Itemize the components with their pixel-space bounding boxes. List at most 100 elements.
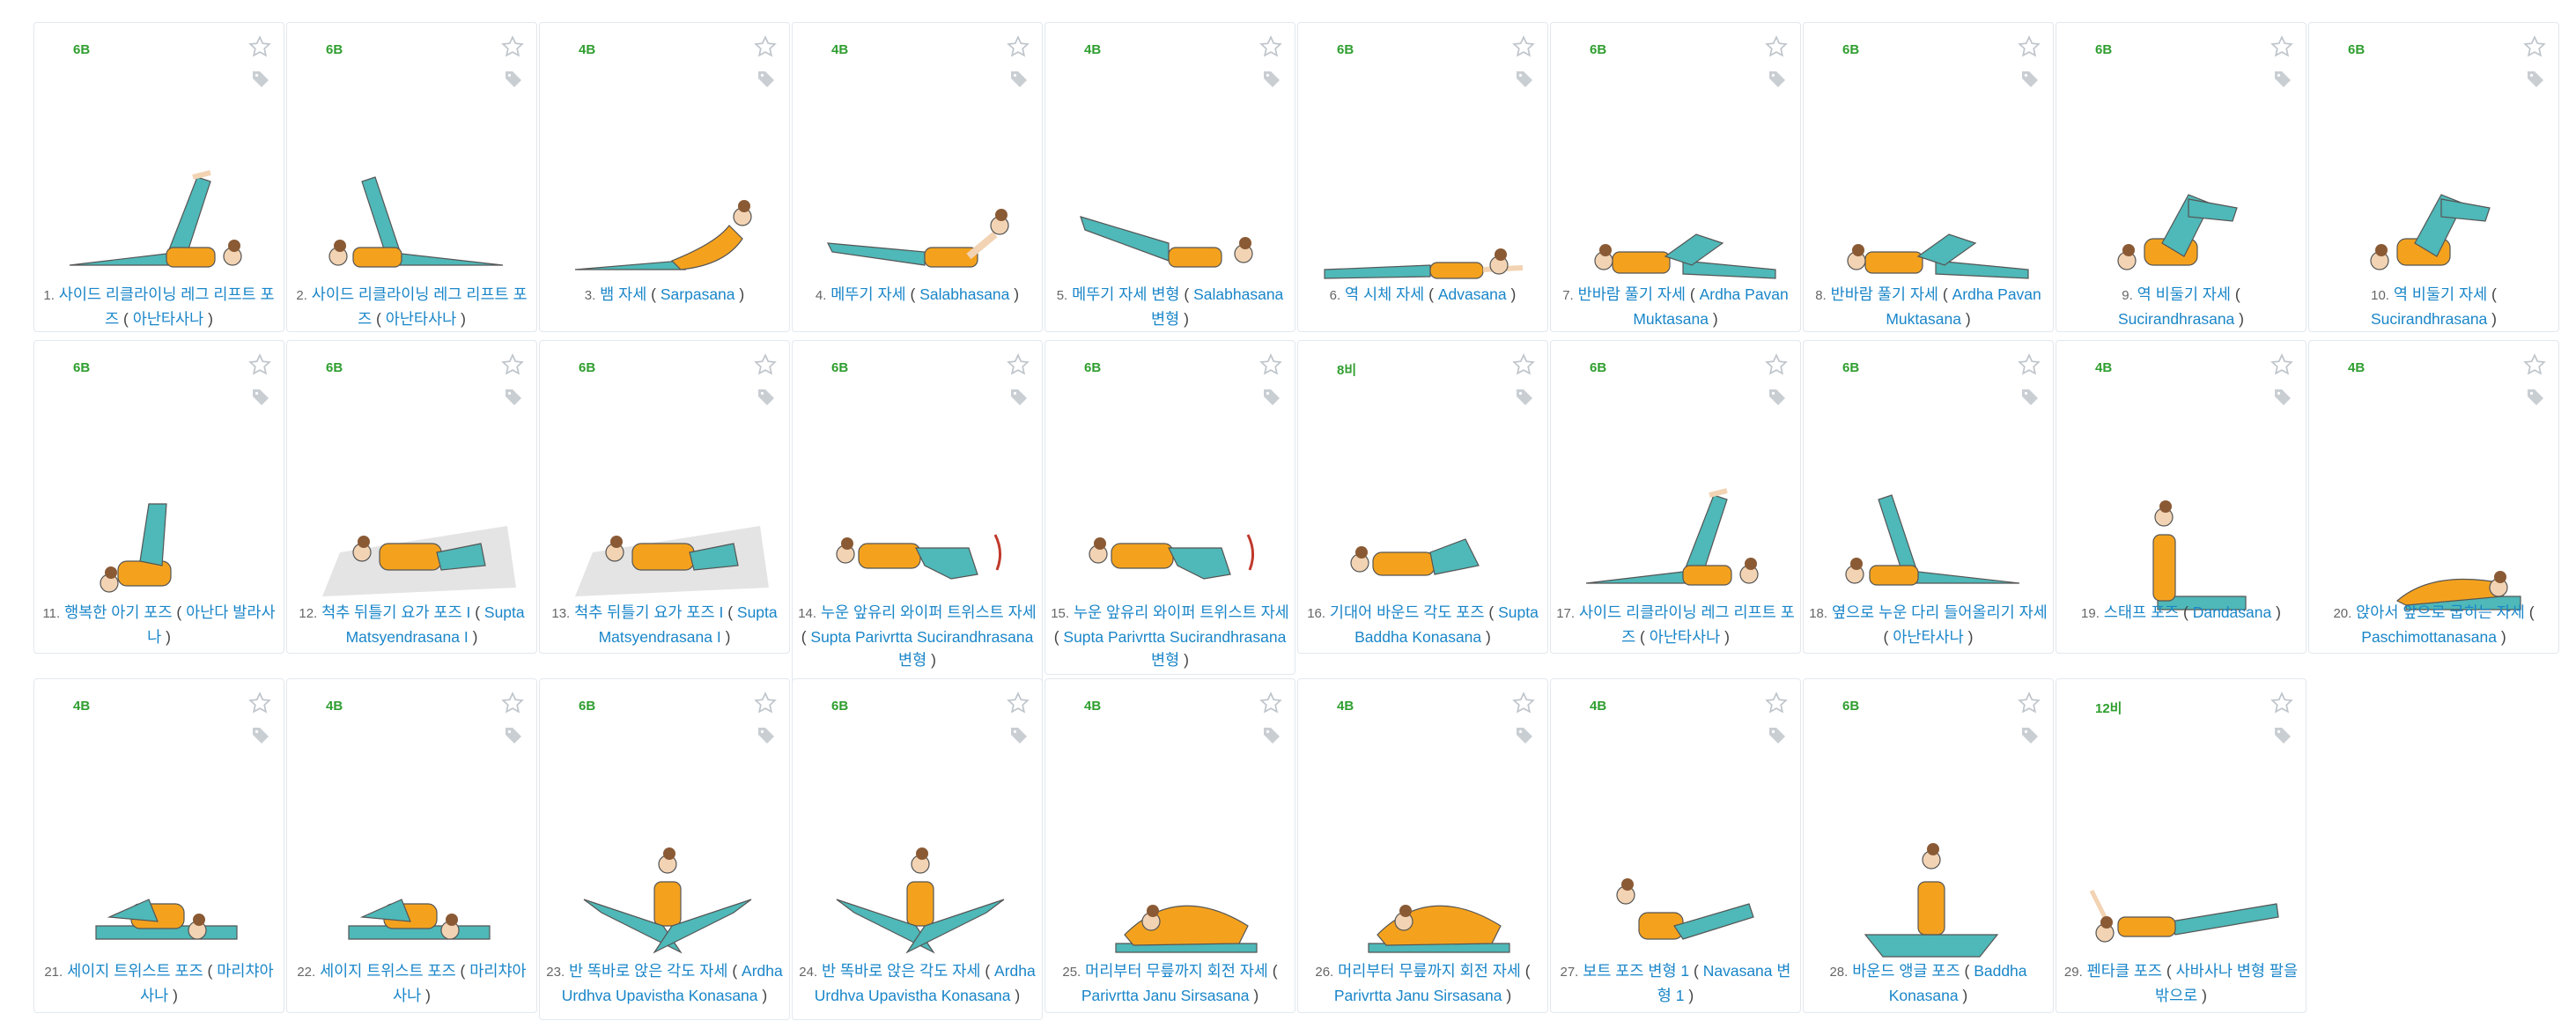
- tag-label-icon[interactable]: [250, 725, 271, 746]
- pose-illustration[interactable]: [1804, 93, 2053, 296]
- pose-name-link[interactable]: 머리부터 무릎까지 회전 자세: [1085, 962, 1268, 980]
- favorite-star-icon[interactable]: [1259, 35, 1282, 58]
- pose-card[interactable]: 4B 25. 머리부터 무릎까지 회전 자세 ( Parivrtta Janu …: [1044, 678, 1295, 1013]
- pose-illustration[interactable]: [540, 411, 789, 614]
- pose-name-link[interactable]: 역 시체 자세: [1345, 285, 1424, 303]
- pose-card[interactable]: 6B 2. 사이드 리클라이닝 레그 리프트 포즈 ( 아난타사나 ): [286, 22, 537, 332]
- pose-name-link[interactable]: 누운 앞유리 와이퍼 트위스트 자세: [1074, 603, 1289, 621]
- tag-label-icon[interactable]: [756, 69, 777, 90]
- pose-name-link[interactable]: 메뚜기 자세: [830, 285, 905, 303]
- pose-illustration[interactable]: [34, 750, 284, 952]
- tag-label-icon[interactable]: [1261, 725, 1282, 746]
- pose-caption[interactable]: 7. 반바람 풀기 자세 ( Ardha Pavan Muktasana ): [1556, 283, 1795, 330]
- tag-label-icon[interactable]: [1008, 69, 1030, 90]
- pose-caption[interactable]: 17. 사이드 리클라이닝 레그 리프트 포즈 ( 아난타사나 ): [1556, 601, 1795, 648]
- tag-label-icon[interactable]: [250, 69, 271, 90]
- tag-label-icon[interactable]: [2019, 725, 2041, 746]
- favorite-star-icon[interactable]: [501, 35, 524, 58]
- pose-name-link[interactable]: 메뚜기 자세 변형: [1072, 285, 1179, 303]
- favorite-star-icon[interactable]: [248, 35, 271, 58]
- pose-card[interactable]: 4B 21. 세이지 트위스트 포즈 ( 마리챠아사나 ): [33, 678, 284, 1013]
- pose-card[interactable]: 6B 12. 척추 뒤틀기 요가 포즈 I ( Supta Matsyendra…: [286, 340, 537, 654]
- pose-caption[interactable]: 13. 척추 뒤틀기 요가 포즈 I ( Supta Matsyendrasan…: [545, 601, 784, 648]
- pose-sanskrit-link[interactable]: Dandasana: [2193, 603, 2272, 621]
- pose-illustration[interactable]: [793, 93, 1042, 296]
- favorite-star-icon[interactable]: [1007, 692, 1030, 714]
- pose-name-link[interactable]: 척추 뒤틀기 요가 포즈 I: [321, 603, 470, 621]
- pose-illustration[interactable]: [1551, 750, 1800, 952]
- pose-caption[interactable]: 21. 세이지 트위스트 포즈 ( 마리챠아사나 ): [40, 959, 278, 1007]
- pose-illustration[interactable]: [1551, 411, 1800, 614]
- favorite-star-icon[interactable]: [2018, 692, 2041, 714]
- favorite-star-icon[interactable]: [754, 692, 777, 714]
- pose-caption[interactable]: 4. 메뚜기 자세 ( Salabhasana ): [798, 283, 1037, 307]
- tag-label-icon[interactable]: [503, 725, 524, 746]
- tag-label-icon[interactable]: [756, 387, 777, 408]
- pose-illustration[interactable]: [1804, 411, 2053, 614]
- pose-sanskrit-link[interactable]: 아난타사나: [1650, 628, 1721, 646]
- pose-illustration[interactable]: [2056, 750, 2306, 952]
- pose-card[interactable]: 6B 24. 반 똑바로 앉은 각도 자세 ( Ardha Urdhva Upa…: [792, 678, 1043, 1020]
- pose-illustration[interactable]: [793, 750, 1042, 954]
- pose-caption[interactable]: 22. 세이지 트위스트 포즈 ( 마리챠아사나 ): [292, 959, 531, 1007]
- pose-card[interactable]: 6B 15. 누운 앞유리 와이퍼 트위스트 자세 ( Supta Parivr…: [1044, 340, 1295, 675]
- pose-illustration[interactable]: [1298, 750, 1547, 953]
- favorite-star-icon[interactable]: [501, 353, 524, 376]
- pose-caption[interactable]: 20. 앉아서 앞으로 굽히는 자세 ( Paschimottanasana ): [2314, 601, 2553, 648]
- pose-sanskrit-link[interactable]: 아난타사나: [1893, 628, 1964, 646]
- pose-illustration[interactable]: [287, 93, 536, 296]
- pose-card[interactable]: 4B 4. 메뚜기 자세 ( Salabhasana ): [792, 22, 1043, 332]
- favorite-star-icon[interactable]: [1765, 692, 1788, 714]
- pose-card[interactable]: 6B 6. 역 시체 자세 ( Advasana ): [1297, 22, 1548, 332]
- favorite-star-icon[interactable]: [1765, 35, 1788, 58]
- pose-caption[interactable]: 11. 행복한 아기 포즈 ( 아난다 발라사나 ): [40, 601, 278, 648]
- tag-label-icon[interactable]: [1514, 69, 1535, 90]
- pose-caption[interactable]: 2. 사이드 리클라이닝 레그 리프트 포즈 ( 아난타사나 ): [292, 283, 531, 330]
- favorite-star-icon[interactable]: [2018, 353, 2041, 376]
- pose-illustration[interactable]: [793, 411, 1042, 614]
- pose-caption[interactable]: 5. 메뚜기 자세 변형 ( Salabhasana 변형 ): [1051, 283, 1289, 330]
- pose-card[interactable]: 6B 18. 옆으로 누운 다리 들어올리기 자세 ( 아난타사나 ): [1803, 340, 2054, 654]
- pose-card[interactable]: 6B 11. 행복한 아기 포즈 ( 아난다 발라사나 ): [33, 340, 284, 654]
- tag-label-icon[interactable]: [2272, 725, 2293, 746]
- pose-card[interactable]: 6B 17. 사이드 리클라이닝 레그 리프트 포즈 ( 아난타사나 ): [1550, 340, 1801, 654]
- pose-illustration[interactable]: [2309, 411, 2558, 614]
- pose-card[interactable]: 6B 9. 역 비둘기 자세 ( Sucirandhrasana ): [2056, 22, 2307, 332]
- pose-caption[interactable]: 23. 반 똑바로 앉은 각도 자세 ( Ardha Urdhva Upavis…: [545, 959, 784, 1007]
- pose-card[interactable]: 6B 13. 척추 뒤틀기 요가 포즈 I ( Supta Matsyendra…: [539, 340, 790, 654]
- pose-sanskrit-link[interactable]: 사바사나 변형 팔을 밖으로: [2155, 962, 2298, 1004]
- pose-name-link[interactable]: 옆으로 누운 다리 들어올리기 자세: [1832, 603, 2048, 621]
- pose-card[interactable]: 12비 29. 펜타클 포즈 ( 사바사나 변형 팔을 밖으로 ): [2056, 678, 2307, 1013]
- pose-caption[interactable]: 24. 반 똑바로 앉은 각도 자세 ( Ardha Urdhva Upavis…: [798, 959, 1037, 1007]
- tag-label-icon[interactable]: [1514, 725, 1535, 746]
- pose-card[interactable]: 4B 26. 머리부터 무릎까지 회전 자세 ( Parivrtta Janu …: [1297, 678, 1548, 1013]
- pose-card[interactable]: 6B 8. 반바람 풀기 자세 ( Ardha Pavan Muktasana …: [1803, 22, 2054, 332]
- pose-sanskrit-link[interactable]: Parivrtta Janu Sirsasana: [1081, 987, 1250, 1004]
- tag-label-icon[interactable]: [1261, 387, 1282, 408]
- pose-illustration[interactable]: [34, 93, 284, 296]
- tag-label-icon[interactable]: [2272, 69, 2293, 90]
- favorite-star-icon[interactable]: [2523, 35, 2546, 58]
- pose-illustration[interactable]: [1045, 411, 1295, 614]
- pose-card[interactable]: 6B 28. 바운드 앵글 포즈 ( Baddha Konasana ): [1803, 678, 2054, 1013]
- pose-card[interactable]: 4B 3. 뱀 자세 ( Sarpasana ): [539, 22, 790, 332]
- pose-caption[interactable]: 10. 역 비둘기 자세 ( Sucirandhrasana ): [2314, 283, 2553, 330]
- tag-label-icon[interactable]: [756, 725, 777, 746]
- pose-illustration[interactable]: [2056, 411, 2306, 614]
- pose-caption[interactable]: 9. 역 비둘기 자세 ( Sucirandhrasana ): [2062, 283, 2300, 330]
- pose-sanskrit-link[interactable]: Sarpasana: [661, 285, 735, 303]
- pose-name-link[interactable]: 바운드 앵글 포즈: [1852, 962, 1960, 980]
- favorite-star-icon[interactable]: [2523, 353, 2546, 376]
- favorite-star-icon[interactable]: [1512, 35, 1535, 58]
- tag-label-icon[interactable]: [2019, 69, 2041, 90]
- pose-sanskrit-link[interactable]: Paschimottanasana: [2361, 628, 2497, 646]
- favorite-star-icon[interactable]: [1512, 353, 1535, 376]
- pose-caption[interactable]: 26. 머리부터 무릎까지 회전 자세 ( Parivrtta Janu Sir…: [1303, 959, 1542, 1007]
- pose-name-link[interactable]: 누운 앞유리 와이퍼 트위스트 자세: [821, 603, 1037, 621]
- pose-caption[interactable]: 14. 누운 앞유리 와이퍼 트위스트 자세 ( Supta Parivrtta…: [798, 601, 1037, 671]
- pose-illustration[interactable]: [1298, 93, 1547, 296]
- pose-name-link[interactable]: 행복한 아기 포즈: [64, 603, 172, 621]
- tag-label-icon[interactable]: [503, 387, 524, 408]
- pose-caption[interactable]: 1. 사이드 리클라이닝 레그 리프트 포즈 ( 아난타사나 ): [40, 283, 278, 330]
- favorite-star-icon[interactable]: [1007, 353, 1030, 376]
